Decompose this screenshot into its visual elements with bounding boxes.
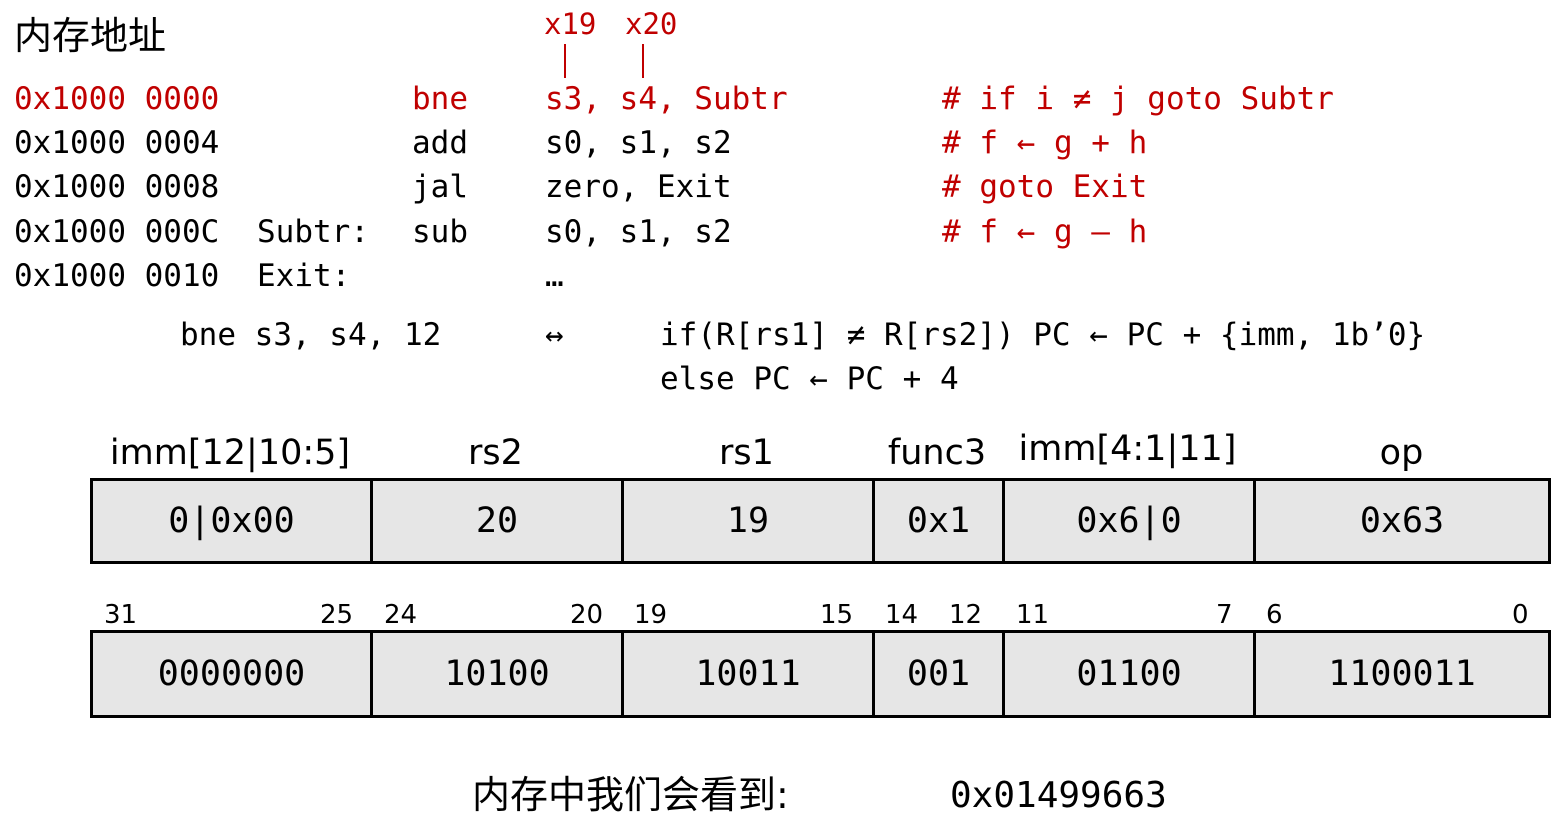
field-name-func3: func3 [887,433,987,473]
bit-index: 11 [1016,600,1050,630]
code-comment: # if i ≠ j goto Subtr [942,81,1334,117]
code-args: s0, s1, s2 [545,125,732,161]
field-name-op: op [1379,433,1424,473]
code-address: 0x1000 0000 [14,81,220,117]
x19-label: x19 [544,7,597,41]
field-value-func3: 0x1 [906,501,971,541]
memory-word-value: 0x01499663 [950,775,1167,816]
field-value-imm-hi: 0|0x00 [168,501,295,541]
field-binary-box: 0000000 10100 10011 001 01100 1100011 [90,630,1551,718]
field-value-op: 0x63 [1359,501,1445,541]
bit-index: 6 [1266,600,1283,630]
code-comment: # goto Exit [942,169,1148,205]
code-comment: # f ← g + h [942,125,1148,161]
code-address: 0x1000 0010 [14,258,220,294]
bit-index: 12 [949,600,983,630]
code-opcode: bne [412,81,468,117]
field-bits-op: 1100011 [1328,654,1476,694]
field-bits-imm-lo: 01100 [1076,654,1182,694]
field-values-box: 0|0x00 20 19 0x1 0x6|0 0x63 [90,478,1551,564]
x20-pointer-line [642,44,644,78]
bit-index: 25 [320,600,354,630]
field-bits-imm-hi: 0000000 [157,654,306,694]
field-value-rs2: 20 [475,501,519,541]
bne-instruction: bne s3, s4, 12 [180,317,442,353]
semantics-line-2: else PC ← PC + 4 [660,361,959,397]
code-address: 0x1000 0004 [14,125,220,161]
code-label: Subtr: [257,214,369,250]
code-args: zero, Exit [545,169,732,205]
field-bits-rs1: 10011 [695,654,801,694]
field-name-imm-lo: imm[4:1|11] [1018,429,1237,469]
bit-index: 7 [1216,600,1233,630]
bit-index: 24 [384,600,418,630]
field-value-rs1: 19 [726,501,770,541]
code-opcode: add [412,125,468,161]
bit-index: 0 [1512,600,1529,630]
code-args: … [545,258,564,294]
bit-index: 20 [570,600,604,630]
field-value-imm-lo: 0x6|0 [1076,501,1182,541]
equivalence-arrow: ↔ [545,317,564,353]
code-args: s0, s1, s2 [545,214,732,250]
memory-view-label: 内存中我们会看到: [472,773,789,817]
semantics-line-1: if(R[rs1] ≠ R[rs2]) PC ← PC + {imm, 1b’0… [660,317,1426,353]
x19-pointer-line [564,44,566,78]
code-label: Exit: [257,258,351,294]
field-name-imm-hi: imm[12|10:5] [109,433,351,473]
code-address: 0x1000 000C [14,214,220,250]
field-bits-rs2: 10100 [444,654,550,694]
bit-index: 15 [820,600,854,630]
code-args: s3, s4, Subtr [545,81,788,117]
bit-index: 14 [885,600,919,630]
field-bits-func3: 001 [906,654,971,694]
bit-index: 31 [104,600,138,630]
code-opcode: sub [412,214,468,250]
field-name-rs1: rs1 [719,433,774,473]
x20-label: x20 [625,7,678,41]
memory-address-title: 内存地址 [14,14,167,58]
code-opcode: jal [412,169,468,205]
code-address: 0x1000 0008 [14,169,220,205]
code-comment: # f ← g – h [942,214,1148,250]
bit-index: 19 [634,600,668,630]
field-name-rs2: rs2 [468,433,523,473]
